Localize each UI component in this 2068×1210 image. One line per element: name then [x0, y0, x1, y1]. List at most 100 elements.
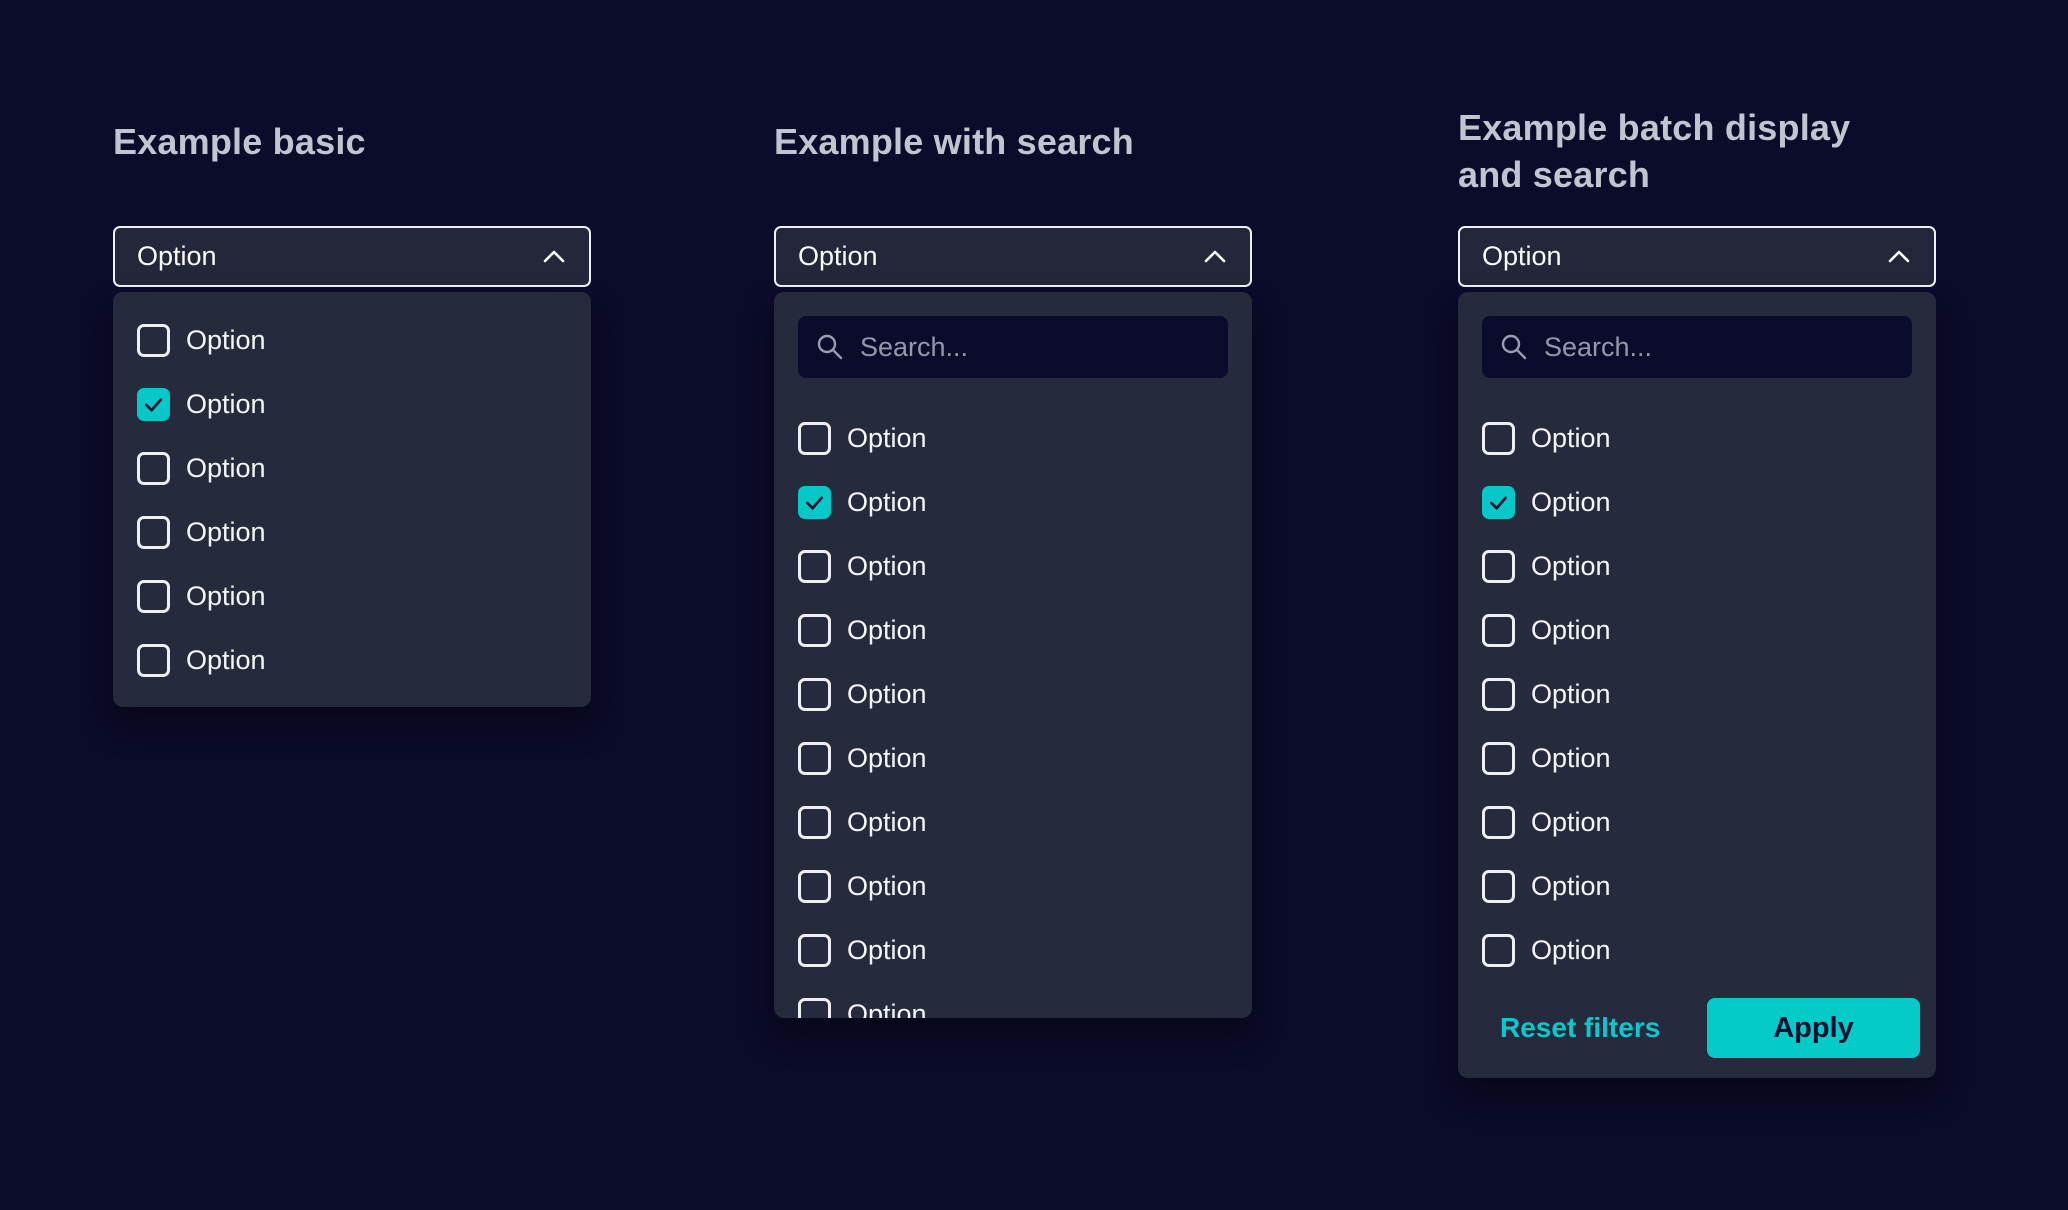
option-label: Option	[186, 517, 266, 548]
chevron-up-icon	[1202, 247, 1228, 267]
checkbox-unchecked-icon[interactable]	[1482, 934, 1515, 967]
option-row[interactable]: Option	[1482, 662, 1912, 726]
example-batch-display-and-search: Example batch display and search Option …	[1458, 0, 1936, 1210]
option-row[interactable]: Option	[137, 564, 567, 628]
option-row[interactable]: Option	[1482, 470, 1912, 534]
option-row[interactable]: Option	[798, 982, 1228, 1018]
option-row[interactable]: Option	[137, 372, 567, 436]
search-input[interactable]	[798, 316, 1228, 378]
option-row[interactable]: Option	[137, 436, 567, 500]
example-with-search: Example with search Option OptionOptionO…	[774, 0, 1252, 1210]
checkbox-unchecked-icon[interactable]	[798, 678, 831, 711]
option-label: Option	[847, 679, 927, 710]
option-label: Option	[847, 487, 927, 518]
chevron-up-icon	[541, 247, 567, 267]
checkbox-unchecked-icon[interactable]	[137, 324, 170, 357]
option-row[interactable]: Option	[1482, 406, 1912, 470]
example-title: Example with search	[774, 118, 1134, 165]
option-row[interactable]: Option	[137, 308, 567, 372]
checkbox-unchecked-icon[interactable]	[137, 580, 170, 613]
option-row[interactable]: Option	[1482, 790, 1912, 854]
multiselect-trigger[interactable]: Option	[113, 226, 591, 287]
option-label: Option	[1531, 615, 1611, 646]
option-row[interactable]: Option	[137, 500, 567, 564]
multiselect-trigger-label: Option	[137, 241, 217, 272]
option-label: Option	[1531, 935, 1611, 966]
option-row[interactable]: Option	[798, 918, 1228, 982]
checkbox-checked-icon[interactable]	[1482, 486, 1515, 519]
option-row[interactable]: Option	[137, 628, 567, 692]
option-row[interactable]: Option	[1482, 918, 1912, 982]
option-label: Option	[1531, 487, 1611, 518]
checkbox-unchecked-icon[interactable]	[798, 806, 831, 839]
option-label: Option	[186, 645, 266, 676]
checkbox-unchecked-icon[interactable]	[137, 644, 170, 677]
multiselect-trigger-label: Option	[798, 241, 878, 272]
checkbox-unchecked-icon[interactable]	[137, 452, 170, 485]
option-label: Option	[847, 871, 927, 902]
example-title: Example basic	[113, 118, 366, 165]
checkbox-unchecked-icon[interactable]	[798, 422, 831, 455]
option-label: Option	[1531, 551, 1611, 582]
option-list: Option Option Option Option Option Option	[137, 308, 567, 692]
checkbox-unchecked-icon[interactable]	[1482, 550, 1515, 583]
option-row[interactable]: Option	[798, 534, 1228, 598]
reset-filters-button[interactable]: Reset filters	[1500, 1012, 1660, 1044]
dropdown-panel: Option Option Option Option Option Option Opti…	[1458, 292, 1936, 1078]
option-label: Option	[847, 743, 927, 774]
checkbox-unchecked-icon[interactable]	[1482, 614, 1515, 647]
option-label: Option	[186, 581, 266, 612]
checkbox-unchecked-icon[interactable]	[798, 614, 831, 647]
multiselect-trigger[interactable]: Option	[774, 226, 1252, 287]
checkbox-unchecked-icon[interactable]	[1482, 870, 1515, 903]
option-row[interactable]: Option	[1482, 726, 1912, 790]
option-label: Option	[847, 999, 927, 1019]
checkbox-unchecked-icon[interactable]	[798, 998, 831, 1019]
dropdown-panel: Option Option Option Option Option Option Opti…	[774, 292, 1252, 1018]
option-label: Option	[1531, 871, 1611, 902]
option-label: Option	[847, 807, 927, 838]
option-row[interactable]: Option	[798, 406, 1228, 470]
search-icon	[1500, 333, 1528, 361]
checkbox-unchecked-icon[interactable]	[1482, 742, 1515, 775]
checkbox-unchecked-icon[interactable]	[1482, 422, 1515, 455]
option-label: Option	[186, 453, 266, 484]
option-row[interactable]: Option	[1482, 854, 1912, 918]
search-box	[798, 316, 1228, 378]
example-title: Example batch display and search	[1458, 104, 1918, 198]
checkbox-unchecked-icon[interactable]	[1482, 678, 1515, 711]
checkbox-unchecked-icon[interactable]	[137, 516, 170, 549]
checkbox-unchecked-icon[interactable]	[798, 870, 831, 903]
search-icon	[816, 333, 844, 361]
option-row[interactable]: Option	[798, 854, 1228, 918]
apply-button[interactable]: Apply	[1707, 998, 1920, 1058]
option-row[interactable]: Option	[798, 598, 1228, 662]
option-row[interactable]: Option	[798, 726, 1228, 790]
option-list: Option Option Option Option Option Option Opti…	[798, 406, 1228, 1018]
example-basic: Example basic Option OptionOptionOptionO…	[113, 0, 591, 1210]
checkbox-unchecked-icon[interactable]	[798, 742, 831, 775]
checkbox-checked-icon[interactable]	[798, 486, 831, 519]
search-box	[1482, 316, 1912, 378]
option-label: Option	[1531, 423, 1611, 454]
option-row[interactable]: Option	[1482, 598, 1912, 662]
option-label: Option	[847, 551, 927, 582]
checkbox-unchecked-icon[interactable]	[798, 934, 831, 967]
option-row[interactable]: Option	[798, 470, 1228, 534]
checkbox-unchecked-icon[interactable]	[798, 550, 831, 583]
option-label: Option	[1531, 679, 1611, 710]
option-label: Option	[1531, 807, 1611, 838]
checkbox-unchecked-icon[interactable]	[1482, 806, 1515, 839]
option-label: Option	[186, 389, 266, 420]
option-row[interactable]: Option	[1482, 534, 1912, 598]
option-label: Option	[1531, 743, 1611, 774]
option-label: Option	[847, 615, 927, 646]
search-input[interactable]	[1482, 316, 1912, 378]
checkbox-checked-icon[interactable]	[137, 388, 170, 421]
option-label: Option	[847, 935, 927, 966]
option-row[interactable]: Option	[798, 662, 1228, 726]
chevron-up-icon	[1886, 247, 1912, 267]
multiselect-trigger[interactable]: Option	[1458, 226, 1936, 287]
option-row[interactable]: Option	[798, 790, 1228, 854]
panel-footer: Reset filters Apply	[1500, 998, 1920, 1058]
